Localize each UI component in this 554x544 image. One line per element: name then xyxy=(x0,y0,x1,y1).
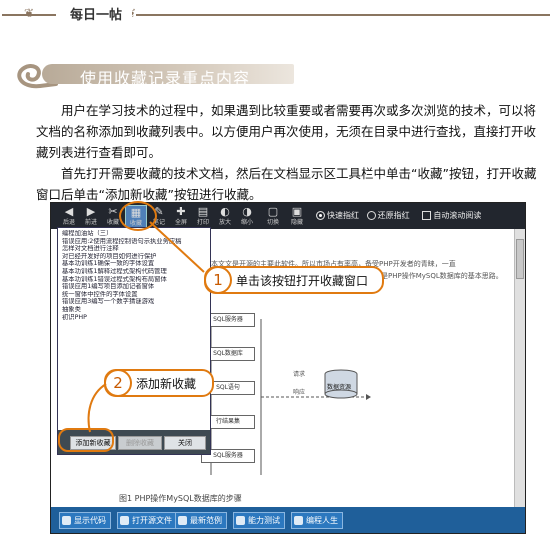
plus-icon: ✚ xyxy=(176,205,186,218)
favorite-item[interactable]: 抽象类 xyxy=(62,306,208,314)
auto-scroll-checkbox[interactable]: 自动滚动阅读 xyxy=(422,211,481,220)
banner-right-rule xyxy=(136,14,550,16)
favorite-item[interactable]: 错误应用1编写项目添加记者窗体 xyxy=(62,283,208,291)
scroll-thumb[interactable] xyxy=(516,239,524,279)
show-code-button[interactable]: 显示代码 xyxy=(59,512,111,529)
coding-life-button[interactable]: 编程人生 xyxy=(291,512,343,529)
intro-paragraph: 用户在学习技术的过程中，如果遇到比较重要或者需要再次或多次浏览的技术，可以将文档… xyxy=(36,103,537,160)
zoom-out-icon: ◑ xyxy=(242,205,252,218)
close-favorites-button[interactable]: 关闭 xyxy=(164,436,206,450)
latest-examples-button[interactable]: 最新范例 xyxy=(175,512,227,529)
favorite-item[interactable]: 初识PHP xyxy=(62,314,208,322)
steps-paragraph: 首先打开需要收藏的技术文档，然后在文档显示区工具栏中单击“收藏”按钮，打开收藏窗… xyxy=(36,166,537,202)
mode-radio-restore[interactable]: 还原指红 xyxy=(366,211,410,220)
callout-step-2: 2 添加新收藏 xyxy=(104,369,214,397)
callout-1-pointer xyxy=(149,221,205,273)
forward-button[interactable]: ▶ 前进 xyxy=(81,205,101,227)
switch-button[interactable]: ▢ 切换 xyxy=(263,205,283,227)
response-label: 响应 xyxy=(293,389,306,396)
print-icon: ▤ xyxy=(197,205,209,218)
document-viewer-window: ◀ 后退 ▶ 前进 ✂ 收藏 ▦ 收藏 ✎ 笔记 ✚ 全屏 ▤ 打印 ◐ 放大 ◑ 缩小 ▢ 切换 … xyxy=(50,202,526,534)
add-favorite-highlight-ring xyxy=(58,428,114,452)
life-icon xyxy=(294,516,303,525)
open-source-button[interactable]: 打开源文件 xyxy=(117,512,177,529)
vertical-scrollbar[interactable] xyxy=(514,229,525,507)
section-title: 使用收藏记录重点内容 xyxy=(80,69,251,88)
figure-caption: 图1 PHP操作MySQL数据库的步骤 xyxy=(119,494,242,503)
database-label: 数据资源 xyxy=(327,384,352,391)
callout-1-number: 1 xyxy=(204,266,232,294)
callout-2-text: 添加新收藏 xyxy=(136,377,197,391)
doc-line-2: 是PHP操作MySQL数据库的基本思路。 xyxy=(381,272,503,280)
request-label: 请求 xyxy=(293,371,306,378)
callout-1-text: 单击该按钮打开收藏窗口 xyxy=(236,274,369,288)
back-icon: ◀ xyxy=(64,205,74,218)
callout-step-1: 1 单击该按钮打开收藏窗口 xyxy=(204,266,384,294)
mode-radio-fast[interactable]: 快速指红 xyxy=(316,211,359,220)
forward-icon: ▶ xyxy=(86,205,96,218)
ornament-left-icon: ❦ xyxy=(24,6,35,20)
code-icon xyxy=(62,516,71,525)
daily-post-badge: 每日一帖 xyxy=(60,4,132,23)
zoom-out-button[interactable]: ◑ 缩小 xyxy=(237,205,257,227)
switch-icon: ▢ xyxy=(267,205,279,218)
hide-icon: ▣ xyxy=(291,205,303,218)
favorite-item[interactable]: 错误应用3编写一个数字猜谜游戏 xyxy=(62,298,208,306)
ability-test-button[interactable]: 能力测试 xyxy=(233,512,285,529)
bottom-toolbar: 显示代码 打开源文件 最新范例 能力测试 编程人生 xyxy=(51,507,525,533)
hide-button[interactable]: ▣ 隐藏 xyxy=(287,205,307,227)
back-button[interactable]: ◀ 后退 xyxy=(59,205,79,227)
test-icon xyxy=(236,516,245,525)
folder-icon xyxy=(120,516,129,525)
zoom-in-icon: ◐ xyxy=(220,205,230,218)
examples-icon xyxy=(178,516,187,525)
scissors-icon: ✂ xyxy=(108,205,118,218)
mode-selector: 快速指红 还原指红 自动滚动阅读 xyxy=(316,210,481,221)
favorite-item[interactable]: 统一窗体中控件的字体设置 xyxy=(62,291,208,299)
zoom-in-button[interactable]: ◐ 放大 xyxy=(215,205,235,227)
delete-favorite-button[interactable]: 删除收藏 xyxy=(118,436,162,450)
